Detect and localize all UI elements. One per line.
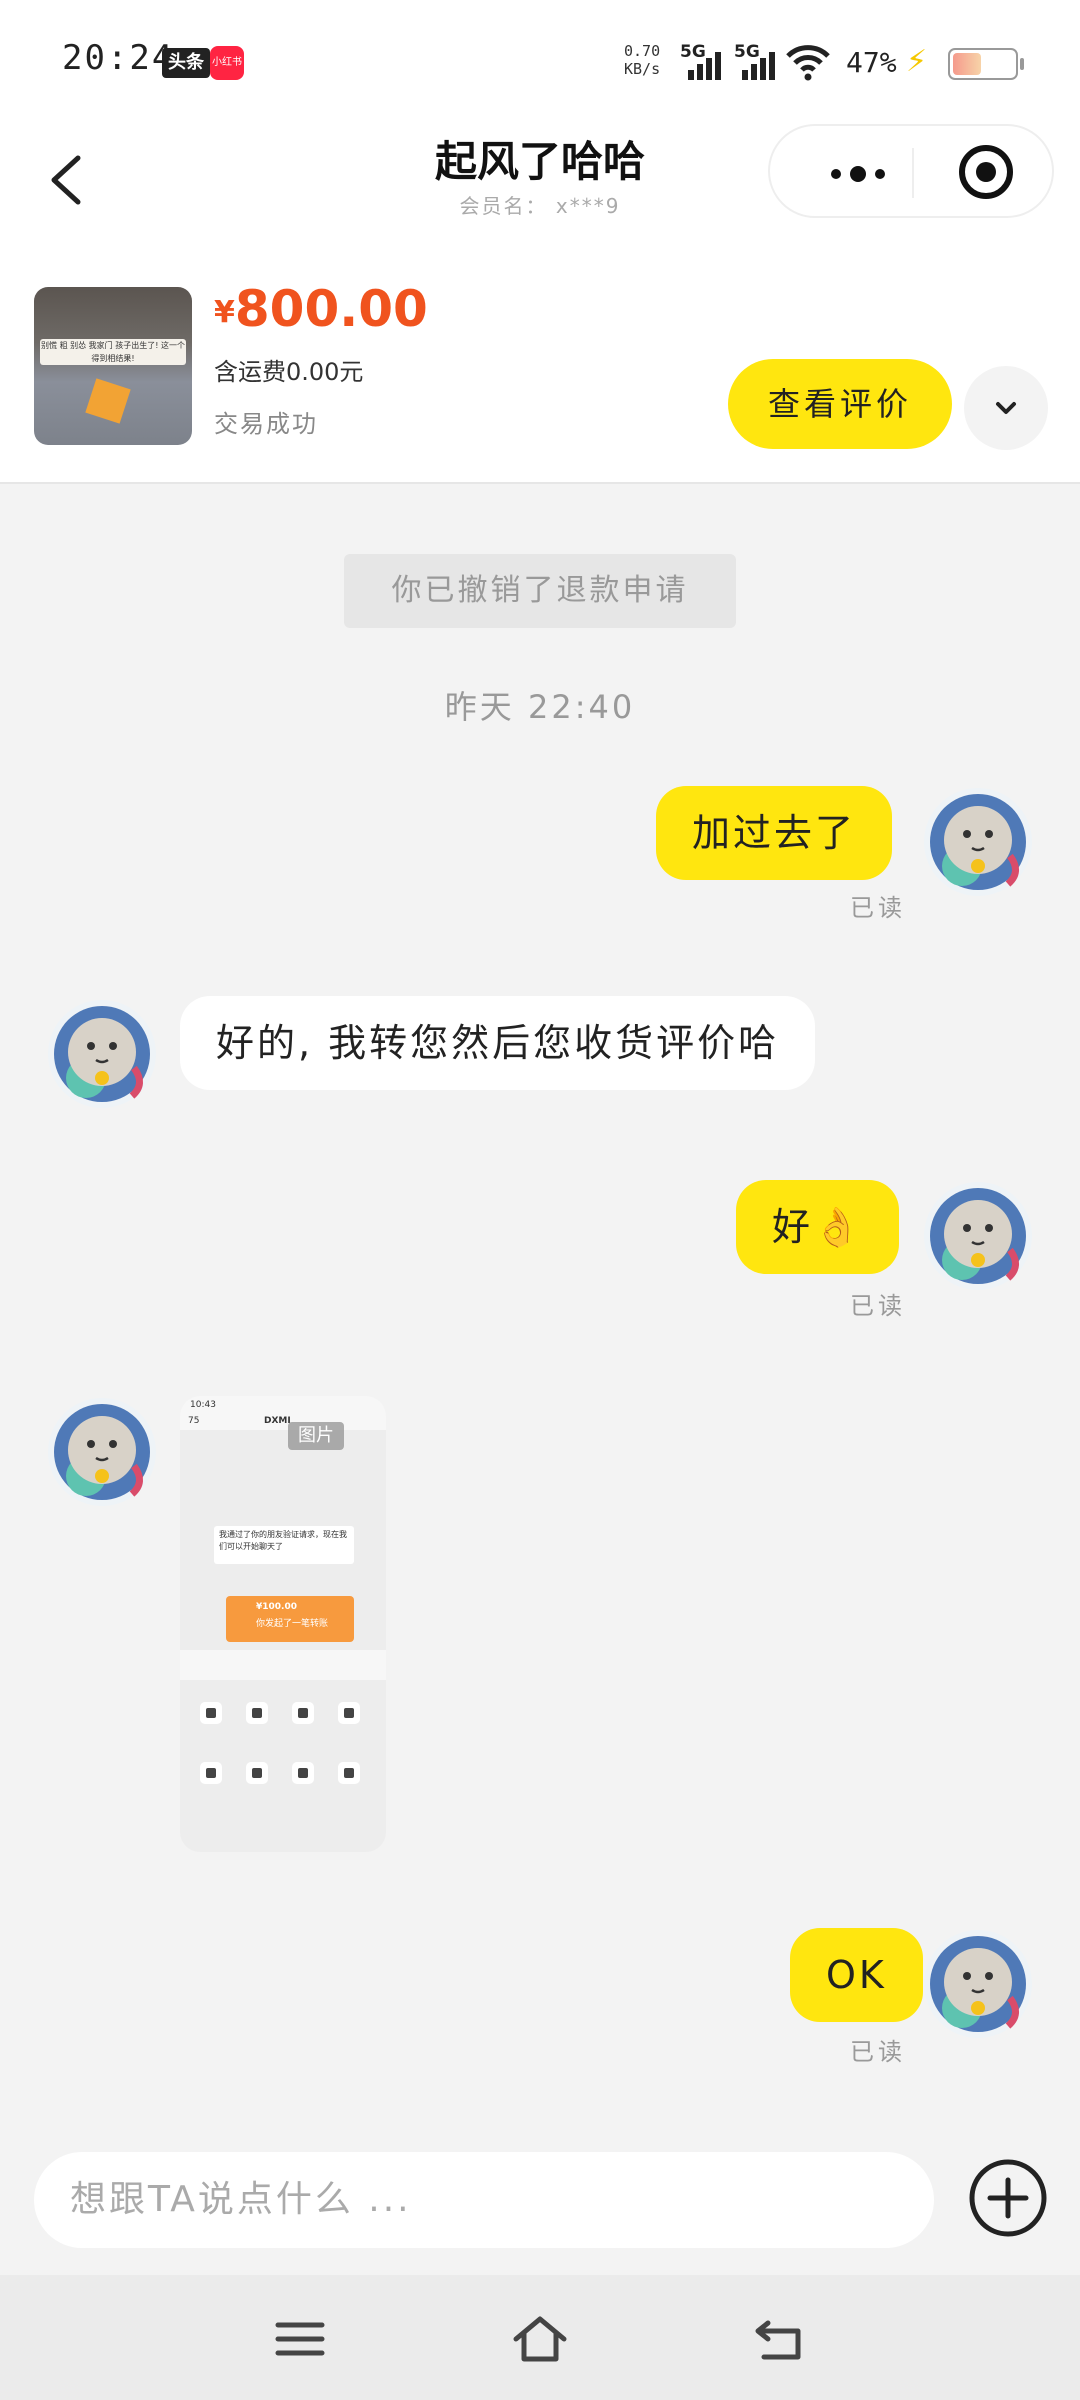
read-receipt: 已读: [850, 2038, 906, 2066]
product-price: ¥800.00: [214, 280, 428, 338]
preview-input-row: [180, 1650, 386, 1680]
product-thumbnail[interactable]: 别慌 粗 别怂 我家门 孩子出生了! 这一个得到相结果!: [34, 287, 192, 445]
menu-icon[interactable]: [270, 2313, 330, 2365]
my-avatar[interactable]: [922, 1180, 1034, 1292]
battery-icon: [948, 48, 1024, 80]
add-icon[interactable]: [968, 2158, 1048, 2238]
network-speed: 0.70 KB/s: [624, 42, 661, 78]
my-avatar[interactable]: [922, 1928, 1034, 2040]
message-bubble-sent[interactable]: 好👌: [736, 1180, 900, 1274]
home-icon[interactable]: [510, 2313, 570, 2365]
deal-status: 交易成功: [214, 410, 318, 438]
message-input[interactable]: 想跟TA说点什么 ...: [34, 2152, 934, 2248]
back-icon[interactable]: [750, 2313, 810, 2365]
product-card[interactable]: 别慌 粗 别怂 我家门 孩子出生了! 这一个得到相结果! ¥800.00 含运费…: [0, 242, 1080, 484]
view-review-button[interactable]: 查看评价: [728, 359, 952, 449]
toutiao-app-icon: 头条: [162, 48, 210, 78]
wifi-icon: [786, 45, 830, 81]
battery-percent: 47%: [846, 46, 897, 79]
xiaohongshu-app-icon: 小红书: [210, 46, 244, 80]
expand-button[interactable]: [964, 366, 1048, 450]
status-time: 20:24: [62, 38, 175, 78]
preview-transfer: ¥100.00 你发起了一笔转账: [226, 1596, 354, 1642]
image-label: 图片: [288, 1422, 344, 1450]
my-avatar[interactable]: [922, 786, 1034, 898]
message-bubble-received[interactable]: 好的, 我转您然后您收货评价哈: [180, 996, 816, 1090]
read-receipt: 已读: [850, 1292, 906, 1320]
shipping-fee: 含运费0.00元: [214, 358, 364, 386]
composer: 想跟TA说点什么 ...: [0, 2120, 1080, 2275]
chevron-down-icon: [996, 402, 1016, 414]
system-notice: 你已撤销了退款申请: [344, 554, 736, 628]
message-bubble-sent[interactable]: 加过去了: [656, 786, 893, 880]
seller-avatar[interactable]: [46, 998, 158, 1110]
status-bar: 20:24 头条 小红书 0.70 KB/s 5G 5G 47% ⚡: [0, 0, 1080, 120]
chat-header: 起风了哈哈 会员名： x***9: [0, 120, 1080, 242]
mini-program-capsule: [768, 124, 1054, 218]
more-dots-icon[interactable]: [830, 166, 890, 182]
read-receipt: 已读: [850, 894, 906, 922]
preview-topbar: 10:43 75 DXMI: [180, 1396, 386, 1430]
preview-tool-grid: [180, 1686, 386, 1836]
preview-message: 我通过了你的朋友验证请求，现在我们可以开始聊天了: [214, 1526, 354, 1564]
signal-icon: 5G: [680, 42, 728, 84]
system-nav-bar: [0, 2275, 1080, 2400]
thumbnail-caption: 别慌 粗 别怂 我家门 孩子出生了! 这一个得到相结果!: [40, 339, 186, 365]
image-message[interactable]: 10:43 75 DXMI 图片 我通过了你的朋友验证请求，现在我们可以开始聊天…: [180, 1396, 386, 1852]
target-icon[interactable]: [958, 144, 1014, 200]
charging-icon: ⚡: [906, 44, 928, 79]
signal-icon-2: 5G: [734, 42, 782, 84]
seller-avatar[interactable]: [46, 1396, 158, 1508]
capsule-divider: [912, 148, 914, 198]
message-bubble-sent[interactable]: OK: [790, 1928, 923, 2022]
message-timestamp: 昨天 22:40: [444, 688, 636, 726]
